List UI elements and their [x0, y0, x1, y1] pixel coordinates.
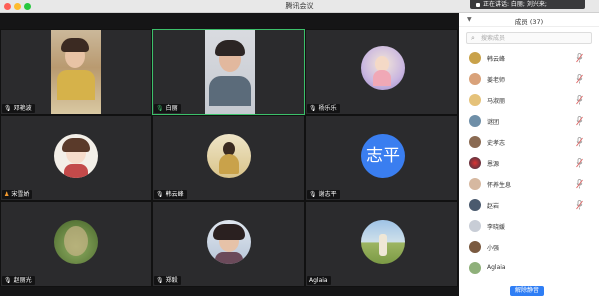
video-tile[interactable]: 🎙 杨乐乐: [305, 29, 458, 115]
participant-name: 谢志平: [318, 191, 337, 198]
member-name: 小强: [487, 245, 500, 252]
member-name: 姜老师: [487, 77, 506, 84]
participant-name-tag: 🎙 邓艳波: [2, 104, 35, 113]
host-icon: ♟: [4, 191, 10, 198]
member-name: 怀养生息: [487, 182, 512, 189]
participant-name: 赵丽光: [13, 277, 32, 284]
mic-muted-icon: 🎙: [4, 277, 12, 284]
member-avatar: [469, 241, 481, 253]
member-row[interactable]: 史孝志: [459, 132, 599, 153]
participant-avatar: [361, 220, 405, 264]
participant-name-tag: 🎙 郑毅: [154, 276, 181, 285]
video-tile-active-speaker[interactable]: 🎙 白丽: [152, 29, 305, 115]
video-tile[interactable]: ♟ 宋雪娇: [0, 115, 152, 201]
participant-name-tag: 🎙 谢志平: [307, 190, 340, 199]
video-tile[interactable]: 志平 🎙 谢志平: [305, 115, 458, 201]
member-avatar: [469, 136, 481, 148]
participant-name: Aglaia: [309, 277, 328, 284]
mic-muted-icon: 🎙: [309, 105, 317, 112]
mic-muted-icon[interactable]: [576, 158, 583, 168]
member-avatar: [469, 157, 481, 169]
member-row[interactable]: 小强: [459, 237, 599, 258]
video-tile[interactable]: Aglaia: [305, 201, 458, 287]
member-row[interactable]: 谜团: [459, 111, 599, 132]
speaker-icon: [476, 2, 480, 7]
mic-muted-icon: 🎙: [156, 277, 164, 284]
participant-video: [51, 30, 101, 114]
member-avatar: [469, 94, 481, 106]
member-row[interactable]: 马淑丽: [459, 90, 599, 111]
mic-muted-icon[interactable]: [576, 53, 583, 63]
mic-muted-icon: 🎙: [4, 105, 12, 112]
mic-muted-icon[interactable]: [576, 74, 583, 84]
speaking-indicator: 正在讲话: 白丽; 刘兴来;: [470, 0, 585, 9]
mic-muted-icon[interactable]: [576, 200, 583, 210]
meeting-window: 腾讯会议 正在讲话: 白丽; 刘兴来; 🎙 邓艳波 🎙 白丽 🎙 杨乐乐 ♟ 宋…: [0, 0, 599, 296]
member-avatar: [469, 220, 481, 232]
member-avatar: [469, 199, 481, 211]
member-name: 谜团: [487, 119, 500, 126]
video-grid: 🎙 邓艳波 🎙 白丽 🎙 杨乐乐 ♟ 宋雪娇 🎙 韩云峰 志平 🎙 谢志平 🎙 …: [0, 29, 458, 287]
member-search-input[interactable]: [481, 34, 589, 43]
member-name: 马淑丽: [487, 98, 506, 105]
mic-muted-icon: 🎙: [156, 191, 164, 198]
member-name: Aglaia: [487, 264, 506, 271]
member-avatar: [469, 115, 481, 127]
speaking-text: 正在讲话: 白丽; 刘兴来;: [483, 1, 547, 8]
member-row[interactable]: 赵岩: [459, 195, 599, 216]
mic-muted-icon[interactable]: [576, 95, 583, 105]
video-tile[interactable]: 🎙 赵丽光: [0, 201, 152, 287]
participant-name-tag: 🎙 韩云峰: [154, 190, 187, 199]
participant-name: 杨乐乐: [318, 105, 337, 112]
member-avatar: [469, 262, 481, 274]
member-name: 恩源: [487, 161, 500, 168]
participant-name: 宋雪娇: [11, 191, 30, 198]
member-name: 李晓媛: [487, 224, 506, 231]
member-avatar: [469, 52, 481, 64]
participant-avatar: [54, 220, 98, 264]
video-tile[interactable]: 🎙 郑毅: [152, 201, 305, 287]
members-title: 成员 (37): [514, 18, 544, 26]
participant-name: 白丽: [165, 105, 178, 112]
mic-active-icon: 🎙: [156, 105, 164, 112]
participant-video: [205, 30, 255, 114]
member-row[interactable]: 恩源: [459, 153, 599, 174]
participant-name-tag: Aglaia: [307, 276, 331, 285]
member-avatar: [469, 178, 481, 190]
member-row[interactable]: Aglaia: [459, 258, 599, 279]
mic-muted-icon: 🎙: [309, 191, 317, 198]
participant-avatar: [207, 134, 251, 178]
bottom-strip: [0, 287, 459, 296]
members-panel-header: ▼ 成员 (37): [459, 13, 599, 27]
member-row[interactable]: 李晓媛: [459, 216, 599, 237]
participant-avatar: [207, 220, 251, 264]
participant-name-tag: 🎙 赵丽光: [2, 276, 35, 285]
mic-muted-icon[interactable]: [576, 137, 583, 147]
participant-initials-avatar: 志平: [361, 134, 405, 178]
participant-avatar: [361, 46, 405, 90]
video-tile[interactable]: 🎙 邓艳波: [0, 29, 152, 115]
member-row[interactable]: 姜老师: [459, 69, 599, 90]
member-row[interactable]: 韩云峰: [459, 48, 599, 69]
participant-name: 郑毅: [165, 277, 178, 284]
participant-name-tag: 🎙 杨乐乐: [307, 104, 340, 113]
search-icon: ⌕: [471, 34, 475, 42]
unmute-all-button[interactable]: 解除静音: [510, 286, 544, 296]
video-tile[interactable]: 🎙 韩云峰: [152, 115, 305, 201]
participant-name-tag: ♟ 宋雪娇: [2, 190, 33, 199]
mic-muted-icon[interactable]: [576, 116, 583, 126]
members-panel: ▼ 成员 (37) ⌕ 韩云峰 姜老师 马淑丽: [459, 13, 599, 296]
member-name: 赵岩: [487, 203, 500, 210]
member-name: 韩云峰: [487, 56, 506, 63]
member-avatar: [469, 73, 481, 85]
member-row[interactable]: 怀养生息: [459, 174, 599, 195]
mic-muted-icon[interactable]: [576, 179, 583, 189]
participant-name: 邓艳波: [13, 105, 32, 112]
member-search-box[interactable]: ⌕: [466, 32, 592, 44]
member-name: 史孝志: [487, 140, 506, 147]
participant-avatar: [54, 134, 98, 178]
participant-name: 韩云峰: [165, 191, 184, 198]
participant-name-tag: 🎙 白丽: [154, 104, 181, 113]
